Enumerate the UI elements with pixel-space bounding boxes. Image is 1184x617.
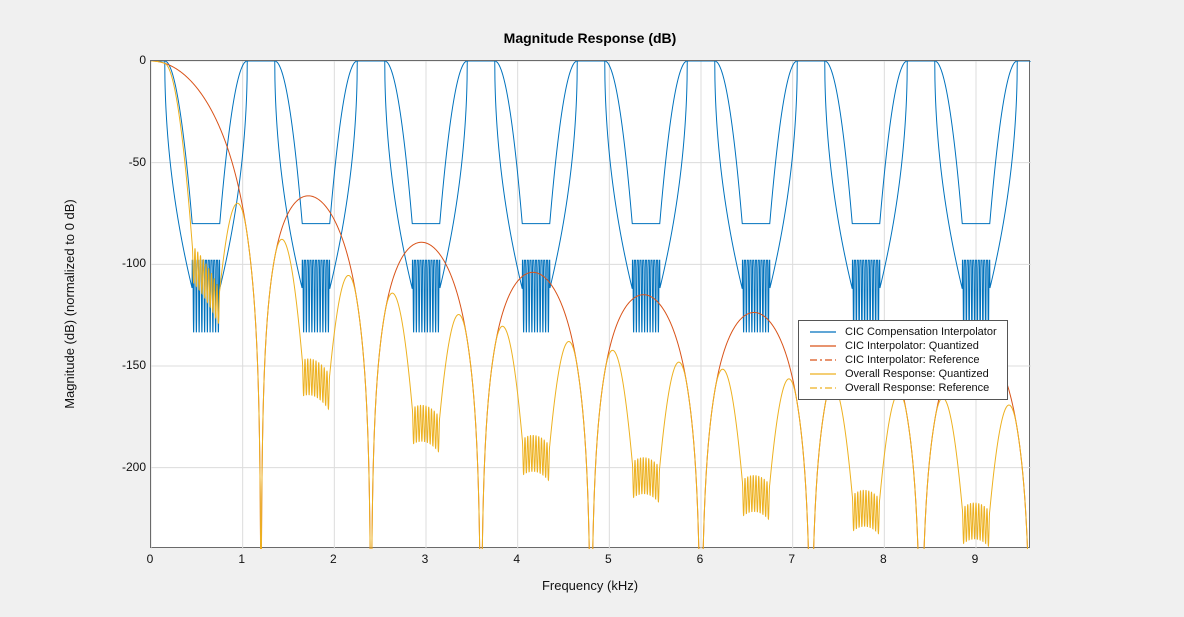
legend-entry: CIC Compensation Interpolator <box>805 325 1001 339</box>
x-tick: 0 <box>147 552 154 566</box>
legend-label: CIC Compensation Interpolator <box>841 325 1001 339</box>
legend-label: CIC Interpolator: Reference <box>841 353 1001 367</box>
legend-entry: Overall Response: Reference <box>805 381 1001 395</box>
legend-swatch <box>805 325 841 339</box>
series-overall-response <box>151 61 1031 549</box>
y-tick: -100 <box>86 256 146 270</box>
legend-table: CIC Compensation InterpolatorCIC Interpo… <box>805 325 1001 395</box>
plot-svg <box>151 61 1031 549</box>
legend-swatch <box>805 339 841 353</box>
y-axis-label: Magnitude (dB) (normalized to 0 dB) <box>62 60 82 548</box>
y-tick: -150 <box>86 358 146 372</box>
y-tick: -50 <box>86 155 146 169</box>
legend-swatch <box>805 353 841 367</box>
x-tick: 2 <box>330 552 337 566</box>
series-cic-compensation <box>151 61 1031 332</box>
legend-entry: CIC Interpolator: Quantized <box>805 339 1001 353</box>
legend-label: Overall Response: Reference <box>841 381 1001 395</box>
x-tick: 6 <box>697 552 704 566</box>
x-tick: 9 <box>972 552 979 566</box>
legend-label: Overall Response: Quantized <box>841 367 1001 381</box>
x-tick: 3 <box>422 552 429 566</box>
y-tick: 0 <box>86 53 146 67</box>
plot-title: Magnitude Response (dB) <box>150 30 1030 46</box>
x-axis-label: Frequency (kHz) <box>150 578 1030 593</box>
legend[interactable]: CIC Compensation InterpolatorCIC Interpo… <box>798 320 1008 400</box>
legend-label: CIC Interpolator: Quantized <box>841 339 1001 353</box>
legend-entry: CIC Interpolator: Reference <box>805 353 1001 367</box>
plot-axes[interactable] <box>150 60 1030 548</box>
series-cic-interpolator <box>151 61 1031 549</box>
x-tick: 8 <box>880 552 887 566</box>
legend-entry: Overall Response: Quantized <box>805 367 1001 381</box>
figure: Magnitude Response (dB) Magnitude (dB) (… <box>0 0 1184 617</box>
x-tick: 4 <box>513 552 520 566</box>
legend-swatch <box>805 381 841 395</box>
y-tick: -200 <box>86 460 146 474</box>
x-tick: 7 <box>788 552 795 566</box>
x-tick: 5 <box>605 552 612 566</box>
x-tick: 1 <box>238 552 245 566</box>
legend-swatch <box>805 367 841 381</box>
